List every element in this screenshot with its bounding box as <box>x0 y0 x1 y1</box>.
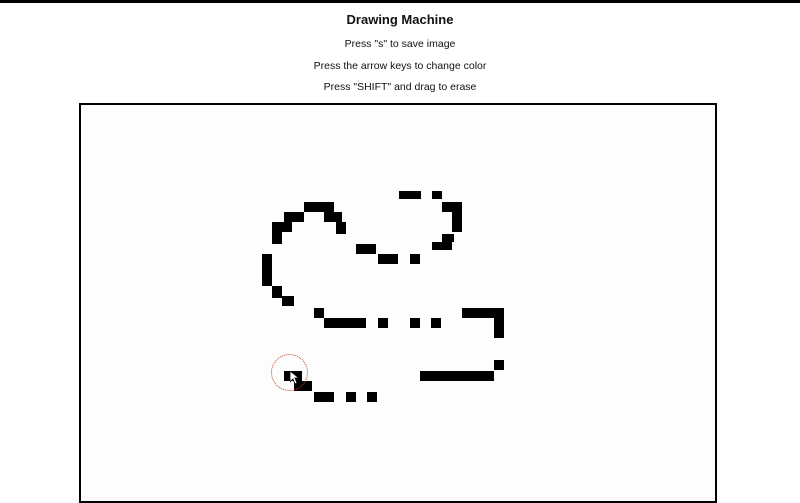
drawing-strokes <box>262 191 504 402</box>
arrow-pointer-icon <box>290 371 300 385</box>
